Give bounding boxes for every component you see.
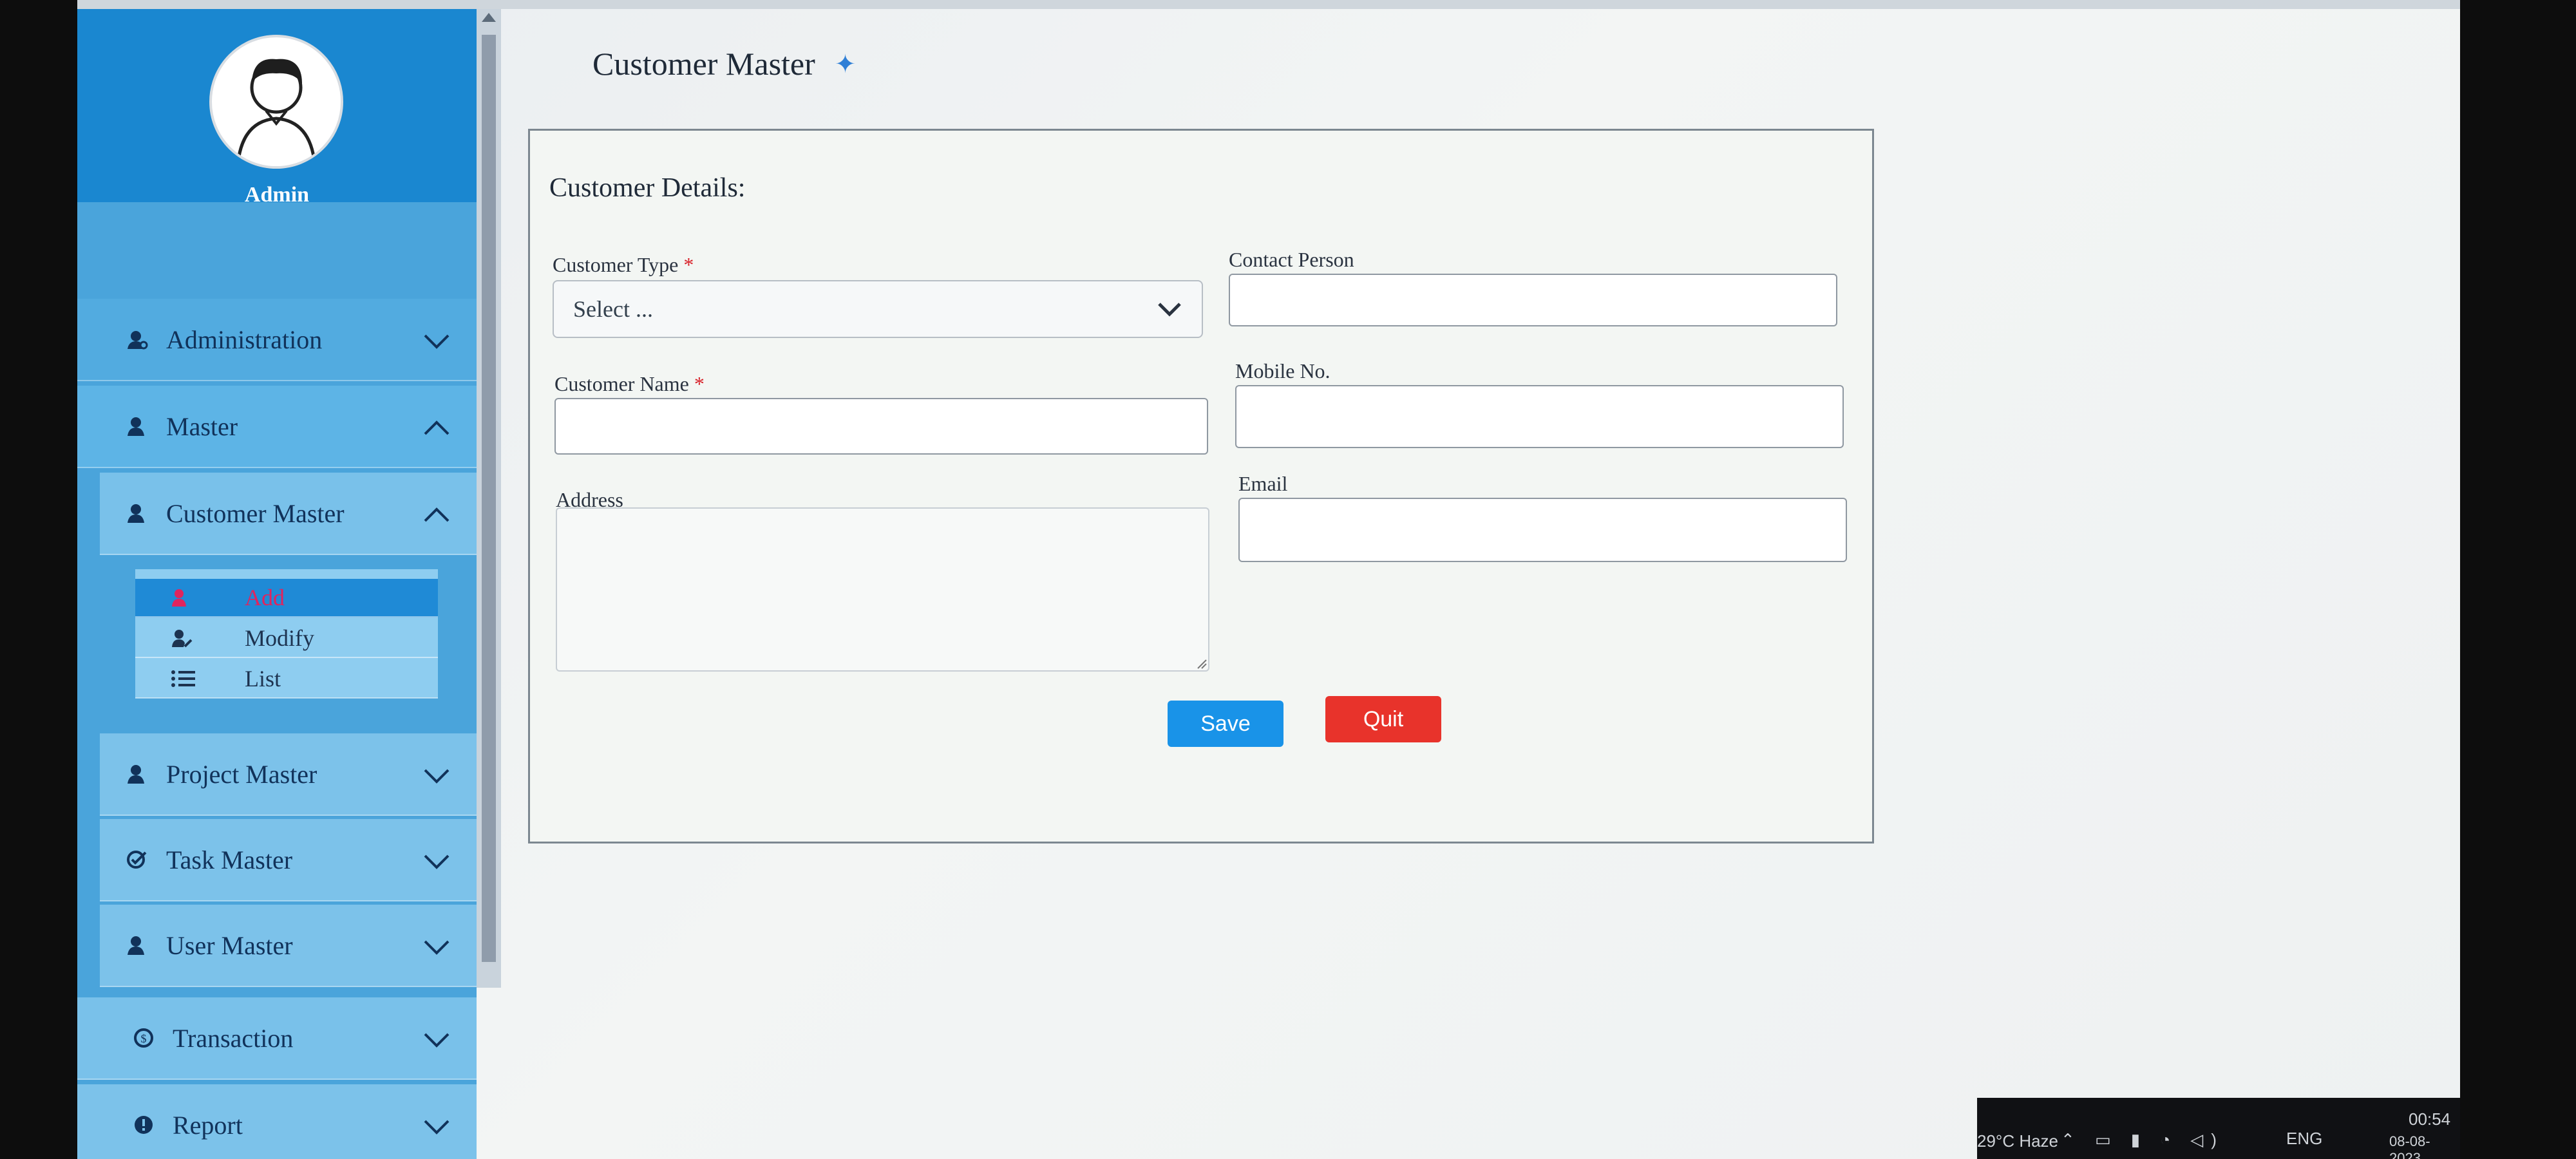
customer-name-label-text: Customer Name <box>554 372 689 395</box>
customer-master-submenu: Add Modify List <box>135 569 438 699</box>
nav-item-master[interactable]: Master <box>77 386 477 468</box>
customer-type-select[interactable]: Select ... <box>553 280 1203 338</box>
nav-label-administration: Administration <box>166 325 323 354</box>
page-title-text: Customer Master <box>592 46 815 82</box>
customer-type-selected-value: Select ... <box>573 296 653 322</box>
nav-label-master: Master <box>166 411 238 441</box>
chevron-down-icon <box>422 1026 451 1056</box>
user-icon <box>122 498 152 528</box>
chevron-down-icon <box>1157 298 1182 325</box>
customer-name-input[interactable] <box>554 398 1208 455</box>
email-label: Email <box>1238 472 1288 495</box>
nav-item-project-master[interactable]: Project Master <box>100 733 477 816</box>
quit-button[interactable]: Quit <box>1325 696 1441 742</box>
clock-time[interactable]: 00:54 <box>2409 1109 2450 1129</box>
contact-person-input[interactable] <box>1229 274 1837 326</box>
submenu-label-modify: Modify <box>245 625 314 651</box>
scroll-up-arrow-icon[interactable] <box>482 13 496 22</box>
nav-label-task-master: Task Master <box>166 845 293 874</box>
submenu-item-modify[interactable]: Modify <box>135 619 438 658</box>
gear-user-icon <box>122 325 152 354</box>
customer-type-label-text: Customer Type <box>553 253 679 276</box>
report-icon <box>129 1110 158 1140</box>
nav-label-transaction: Transaction <box>173 1023 294 1053</box>
chevron-down-icon <box>422 327 451 357</box>
nav-label-customer-master: Customer Master <box>166 498 345 528</box>
profile-section: Admin <box>77 9 477 207</box>
sidebar: Admin Administration Master Customer Mas… <box>77 9 477 1159</box>
sparkle-icon: ✦ <box>834 49 857 79</box>
contact-person-label: Contact Person <box>1229 248 1354 271</box>
required-marker: * <box>683 253 694 276</box>
resize-grip-icon[interactable] <box>1195 657 1207 669</box>
page-title: Customer Master ✦ <box>592 45 856 82</box>
required-marker: * <box>694 372 705 395</box>
chevron-up-icon <box>422 414 451 444</box>
user-icon <box>122 759 152 789</box>
submenu-item-add[interactable]: Add <box>135 579 438 617</box>
system-taskbar: 29°C Haze ⌃ ▭ ▮ ◔ ◁) ENG 00:54 08-08-202… <box>1977 1098 2460 1159</box>
nav-item-report[interactable]: Report <box>77 1084 477 1159</box>
mobile-no-label: Mobile No. <box>1235 359 1331 382</box>
edit-user-icon <box>171 628 196 648</box>
chevron-down-icon <box>422 762 451 792</box>
nav-item-customer-master[interactable]: Customer Master <box>100 473 477 555</box>
user-name: Admin <box>244 183 310 207</box>
chevron-down-icon <box>422 847 451 878</box>
save-button[interactable]: Save <box>1168 701 1283 747</box>
clock-date[interactable]: 08-08-2023 <box>2389 1133 2460 1159</box>
address-textarea[interactable] <box>556 507 1209 672</box>
weather-widget[interactable]: 29°C Haze <box>1977 1131 2058 1151</box>
nav-label-project-master: Project Master <box>166 759 317 789</box>
nav-item-transaction[interactable]: $ Transaction <box>77 997 477 1080</box>
scrollbar-thumb[interactable] <box>482 35 496 962</box>
list-icon <box>171 669 196 688</box>
customer-type-label: Customer Type * <box>553 253 694 277</box>
window-top-edge <box>77 0 2460 9</box>
nav-label-user-master: User Master <box>166 930 293 960</box>
app-window: Admin Administration Master Customer Mas… <box>77 0 2460 1159</box>
nav-item-task-master[interactable]: Task Master <box>100 819 477 901</box>
avatar <box>209 35 343 169</box>
mobile-no-input[interactable] <box>1235 385 1844 448</box>
submenu-label-list: List <box>245 666 281 692</box>
nav-item-user-master[interactable]: User Master <box>100 905 477 987</box>
submenu-item-list[interactable]: List <box>135 660 438 699</box>
email-input[interactable] <box>1238 498 1847 562</box>
language-indicator[interactable]: ENG <box>2286 1129 2322 1149</box>
chevron-down-icon <box>422 933 451 963</box>
add-user-icon <box>171 588 196 607</box>
svg-text:$: $ <box>141 1032 147 1045</box>
task-check-icon <box>122 845 152 874</box>
sidebar-scrollbar[interactable] <box>477 9 501 988</box>
chevron-down-icon <box>422 1113 451 1143</box>
user-icon <box>122 930 152 960</box>
nav-item-administration[interactable]: Administration <box>77 299 477 381</box>
chevron-up-icon <box>422 501 451 531</box>
tray-icons[interactable]: ⌃ ▭ ▮ ◔ ◁) <box>2061 1130 2224 1150</box>
user-icon <box>122 411 152 441</box>
customer-name-label: Customer Name * <box>554 372 705 396</box>
customer-details-panel: Customer Details: Customer Type * Select… <box>528 129 1874 843</box>
transaction-icon: $ <box>129 1023 158 1053</box>
section-heading: Customer Details: <box>549 173 746 203</box>
submenu-label-add: Add <box>245 585 285 610</box>
nav-label-report: Report <box>173 1110 243 1140</box>
